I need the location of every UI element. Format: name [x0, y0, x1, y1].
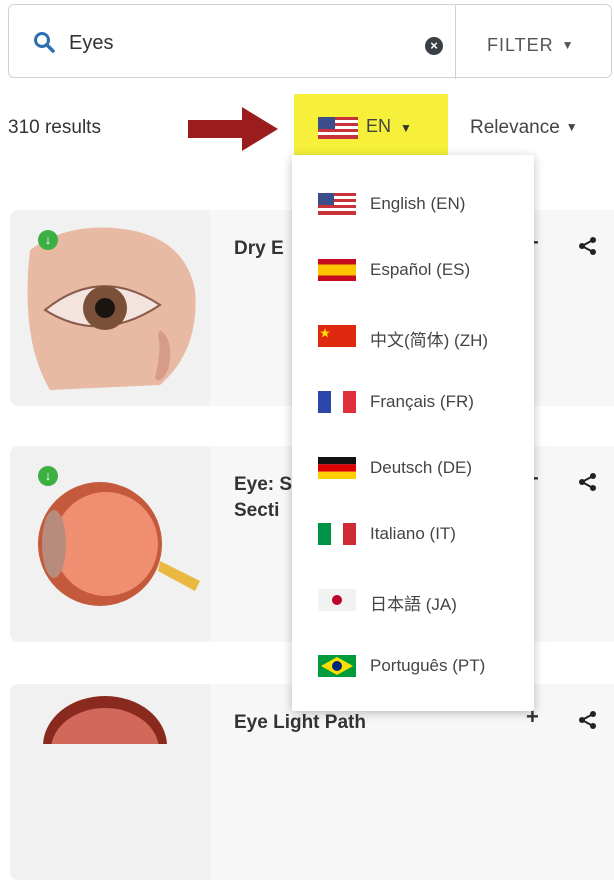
clear-icon[interactable]: × [425, 37, 443, 55]
germany-flag-icon [318, 457, 356, 479]
search-input[interactable]: Eyes [69, 32, 113, 55]
sort-label: Relevance [470, 117, 560, 138]
share-icon[interactable] [578, 710, 598, 730]
chevron-down-icon: ▼ [561, 38, 575, 52]
menu-item-german[interactable]: Deutsch (DE) [292, 435, 534, 501]
eye-light-path-image [10, 684, 210, 880]
language-dropdown-menu: English (EN) Español (ES) 中文(简体) (ZH) Fr… [292, 155, 534, 711]
menu-item-label: 中文(简体) (ZH) [370, 331, 489, 350]
menu-item-french[interactable]: Français (FR) [292, 369, 534, 435]
china-flag-icon [318, 325, 356, 347]
menu-item-english[interactable]: English (EN) [292, 171, 534, 237]
card-title[interactable]: Eye Light Path [234, 710, 366, 736]
card-title-line: Eye: S [234, 474, 293, 495]
menu-item-italian[interactable]: Italiano (IT) [292, 501, 534, 567]
menu-item-label: Italiano (IT) [370, 524, 456, 543]
menu-item-label: English (EN) [370, 194, 466, 213]
menu-item-label: 日本語 (JA) [370, 595, 457, 614]
menu-item-japanese[interactable]: 日本語 (JA) [292, 567, 534, 633]
menu-item-label: Deutsch (DE) [370, 458, 473, 477]
menu-item-portuguese[interactable]: Português (PT) [292, 633, 534, 699]
filter-button[interactable]: FILTER ▼ [487, 35, 575, 56]
card-title-line: Secti [234, 500, 280, 521]
download-badge-icon[interactable]: ↓ [38, 466, 58, 486]
download-badge-icon[interactable]: ↓ [38, 230, 58, 250]
menu-item-spanish[interactable]: Español (ES) [292, 237, 534, 303]
menu-item-label: Français (FR) [370, 392, 474, 411]
search-divider [455, 5, 456, 79]
us-flag-icon [318, 193, 356, 215]
us-flag-icon [318, 117, 358, 139]
search-bar: Eyes × FILTER ▼ [8, 4, 612, 79]
results-count: 310 results [8, 117, 101, 138]
menu-item-chinese[interactable]: 中文(简体) (ZH) [292, 303, 534, 369]
result-card[interactable]: Eye Light Path + [10, 684, 614, 880]
share-icon[interactable] [578, 236, 598, 256]
japan-flag-icon [318, 589, 356, 611]
spain-flag-icon [318, 259, 356, 281]
menu-item-label: Español (ES) [370, 260, 471, 279]
chevron-down-icon: ▼ [400, 121, 412, 135]
sort-dropdown[interactable]: Relevance ▼ [470, 117, 578, 139]
menu-item-label: Português (PT) [370, 656, 486, 675]
france-flag-icon [318, 391, 356, 413]
annotation-arrow-icon [188, 107, 278, 151]
card-title[interactable]: Eye: S Secti [234, 472, 292, 524]
share-icon[interactable] [578, 472, 598, 492]
brazil-flag-icon [318, 655, 356, 677]
chevron-down-icon: ▼ [565, 120, 578, 134]
italy-flag-icon [318, 523, 356, 545]
language-code: EN [366, 116, 392, 136]
search-icon [34, 32, 55, 53]
card-title[interactable]: Dry E [234, 236, 284, 262]
language-selector-button[interactable]: EN ▼ [294, 94, 448, 156]
filter-label: FILTER [487, 35, 554, 55]
